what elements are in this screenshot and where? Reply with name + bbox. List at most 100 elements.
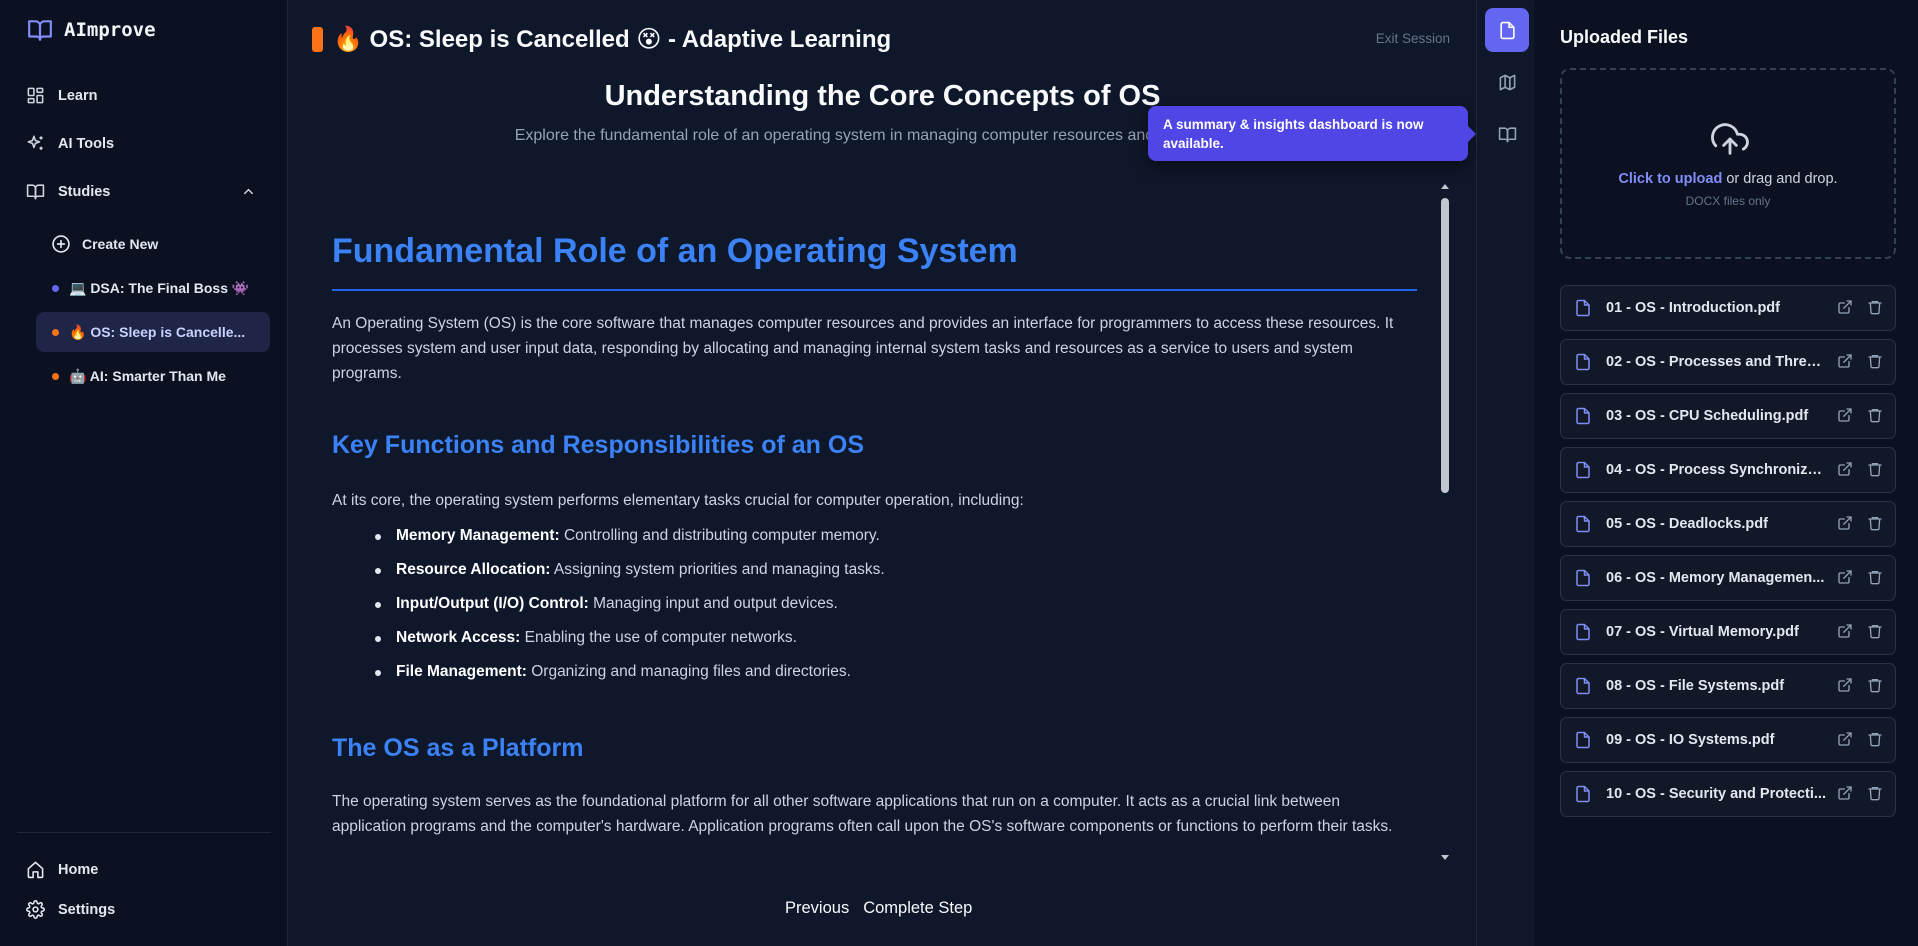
- external-link-icon[interactable]: [1837, 353, 1853, 369]
- insights-toast[interactable]: A summary & insights dashboard is now av…: [1148, 106, 1476, 161]
- external-link-icon[interactable]: [1837, 461, 1853, 477]
- file-row[interactable]: 05 - OS - Deadlocks.pdf: [1560, 501, 1896, 547]
- panel-icon-rail: [1476, 0, 1534, 946]
- previous-button[interactable]: Previous: [785, 899, 849, 918]
- file-row[interactable]: 04 - OS - Process Synchroniza...: [1560, 447, 1896, 493]
- home-icon: [26, 860, 45, 879]
- external-link-icon[interactable]: [1837, 731, 1853, 747]
- study-item-os[interactable]: 🔥 OS: Sleep is Cancelle...: [36, 312, 270, 352]
- file-icon: [1574, 515, 1592, 533]
- session-title: 🔥 OS: Sleep is Cancelled 😵 - Adaptive Le…: [333, 26, 892, 53]
- status-dot: [52, 372, 59, 380]
- trash-icon[interactable]: [1867, 623, 1883, 639]
- step-navigation: Previous Complete Step: [785, 899, 972, 918]
- trash-icon[interactable]: [1867, 731, 1883, 747]
- study-label: 🔥 OS: Sleep is Cancelle...: [69, 323, 246, 340]
- scroll-thumb[interactable]: [1441, 198, 1449, 493]
- file-actions: [1837, 569, 1883, 585]
- gear-icon: [26, 900, 45, 919]
- book-logo-icon: [26, 17, 54, 43]
- dashboard-icon: [26, 86, 45, 105]
- intro-paragraph: An Operating System (OS) is the core sof…: [332, 315, 1394, 382]
- nav-learn[interactable]: Learn: [26, 86, 98, 105]
- study-item-dsa[interactable]: 💻 DSA: The Final Boss 👾: [36, 268, 270, 308]
- lesson-body[interactable]: Fundamental Role of an Operating System …: [332, 178, 1427, 863]
- external-link-icon[interactable]: [1837, 623, 1853, 639]
- trash-icon[interactable]: [1867, 785, 1883, 801]
- nav-studies[interactable]: Studies: [26, 182, 266, 201]
- functions-list: Memory Management: Controlling and distr…: [370, 527, 885, 697]
- file-row[interactable]: 01 - OS - Introduction.pdf: [1560, 285, 1896, 331]
- trash-icon[interactable]: [1867, 407, 1883, 423]
- file-actions: [1837, 677, 1883, 693]
- list-item: Input/Output (I/O) Control: Managing inp…: [370, 595, 885, 629]
- file-row[interactable]: 09 - OS - IO Systems.pdf: [1560, 717, 1896, 763]
- external-link-icon[interactable]: [1837, 407, 1853, 423]
- file-icon: [1574, 785, 1592, 803]
- trash-icon[interactable]: [1867, 569, 1883, 585]
- trash-icon[interactable]: [1867, 677, 1883, 693]
- create-new-study-button[interactable]: Create New: [36, 224, 270, 264]
- trash-icon[interactable]: [1867, 353, 1883, 369]
- file-name: 01 - OS - Introduction.pdf: [1606, 300, 1780, 316]
- file-row[interactable]: 10 - OS - Security and Protecti...: [1560, 771, 1896, 817]
- file-name: 05 - OS - Deadlocks.pdf: [1606, 516, 1768, 532]
- file-row[interactable]: 06 - OS - Memory Managemen...: [1560, 555, 1896, 601]
- file-row[interactable]: 07 - OS - Virtual Memory.pdf: [1560, 609, 1896, 655]
- file-name: 02 - OS - Processes and Threa...: [1606, 354, 1826, 370]
- file-actions: [1837, 731, 1883, 747]
- nav-settings[interactable]: Settings: [26, 900, 115, 919]
- brand[interactable]: AImprove: [26, 17, 156, 43]
- file-name: 03 - OS - CPU Scheduling.pdf: [1606, 408, 1809, 424]
- scroll-down-arrow[interactable]: [1441, 855, 1449, 860]
- external-link-icon[interactable]: [1837, 299, 1853, 315]
- uploaded-files-panel: Uploaded Files Click to upload or drag a…: [1534, 0, 1918, 946]
- list-item: Memory Management: Controlling and distr…: [370, 527, 885, 561]
- list-item: Resource Allocation: Assigning system pr…: [370, 561, 885, 595]
- file-name: 09 - OS - IO Systems.pdf: [1606, 732, 1775, 748]
- click-to-upload-link[interactable]: Click to upload: [1618, 171, 1722, 187]
- plus-circle-icon: [51, 234, 71, 254]
- external-link-icon[interactable]: [1837, 515, 1853, 531]
- nav-ai-tools[interactable]: AI Tools: [26, 134, 114, 153]
- session-header: 🔥 OS: Sleep is Cancelled 😵 - Adaptive Le…: [312, 25, 891, 54]
- content-scrollbar[interactable]: [1438, 180, 1452, 864]
- notes-panel-button[interactable]: [1485, 112, 1529, 156]
- file-row[interactable]: 02 - OS - Processes and Threa...: [1560, 339, 1896, 385]
- file-row[interactable]: 03 - OS - CPU Scheduling.pdf: [1560, 393, 1896, 439]
- scroll-up-arrow[interactable]: [1441, 184, 1449, 189]
- study-item-ai[interactable]: 🤖 AI: Smarter Than Me: [36, 356, 270, 396]
- external-link-icon[interactable]: [1837, 677, 1853, 693]
- external-link-icon[interactable]: [1837, 785, 1853, 801]
- file-actions: [1837, 299, 1883, 315]
- nav-home-label: Home: [58, 861, 99, 878]
- nav-home[interactable]: Home: [26, 860, 98, 879]
- chevron-up-icon[interactable]: [241, 184, 256, 199]
- file-actions: [1837, 515, 1883, 531]
- file-row[interactable]: 08 - OS - File Systems.pdf: [1560, 663, 1896, 709]
- map-icon: [1498, 73, 1517, 92]
- file-actions: [1837, 623, 1883, 639]
- section-heading: Fundamental Role of an Operating System: [332, 232, 1018, 270]
- file-dropzone[interactable]: Click to upload or drag and drop. DOCX f…: [1560, 68, 1896, 259]
- status-dot: [52, 284, 59, 292]
- complete-step-button[interactable]: Complete Step: [863, 899, 972, 918]
- trash-icon[interactable]: [1867, 515, 1883, 531]
- file-icon: [1574, 299, 1592, 317]
- file-icon: [1574, 569, 1592, 587]
- trash-icon[interactable]: [1867, 299, 1883, 315]
- file-icon: [1574, 623, 1592, 641]
- file-actions: [1837, 407, 1883, 423]
- toast-text: A summary & insights dashboard is now av…: [1163, 117, 1424, 151]
- trash-icon[interactable]: [1867, 461, 1883, 477]
- heading-rule: [332, 289, 1417, 291]
- nav-ai-tools-label: AI Tools: [58, 135, 115, 152]
- book-open-icon: [1498, 125, 1517, 144]
- file-name: 10 - OS - Security and Protecti...: [1606, 786, 1826, 802]
- file-icon: [1574, 407, 1592, 425]
- external-link-icon[interactable]: [1837, 569, 1853, 585]
- files-panel-button[interactable]: [1485, 8, 1529, 52]
- file-icon: [1574, 461, 1592, 479]
- map-panel-button[interactable]: [1485, 60, 1529, 104]
- exit-session-button[interactable]: Exit Session: [1376, 31, 1450, 46]
